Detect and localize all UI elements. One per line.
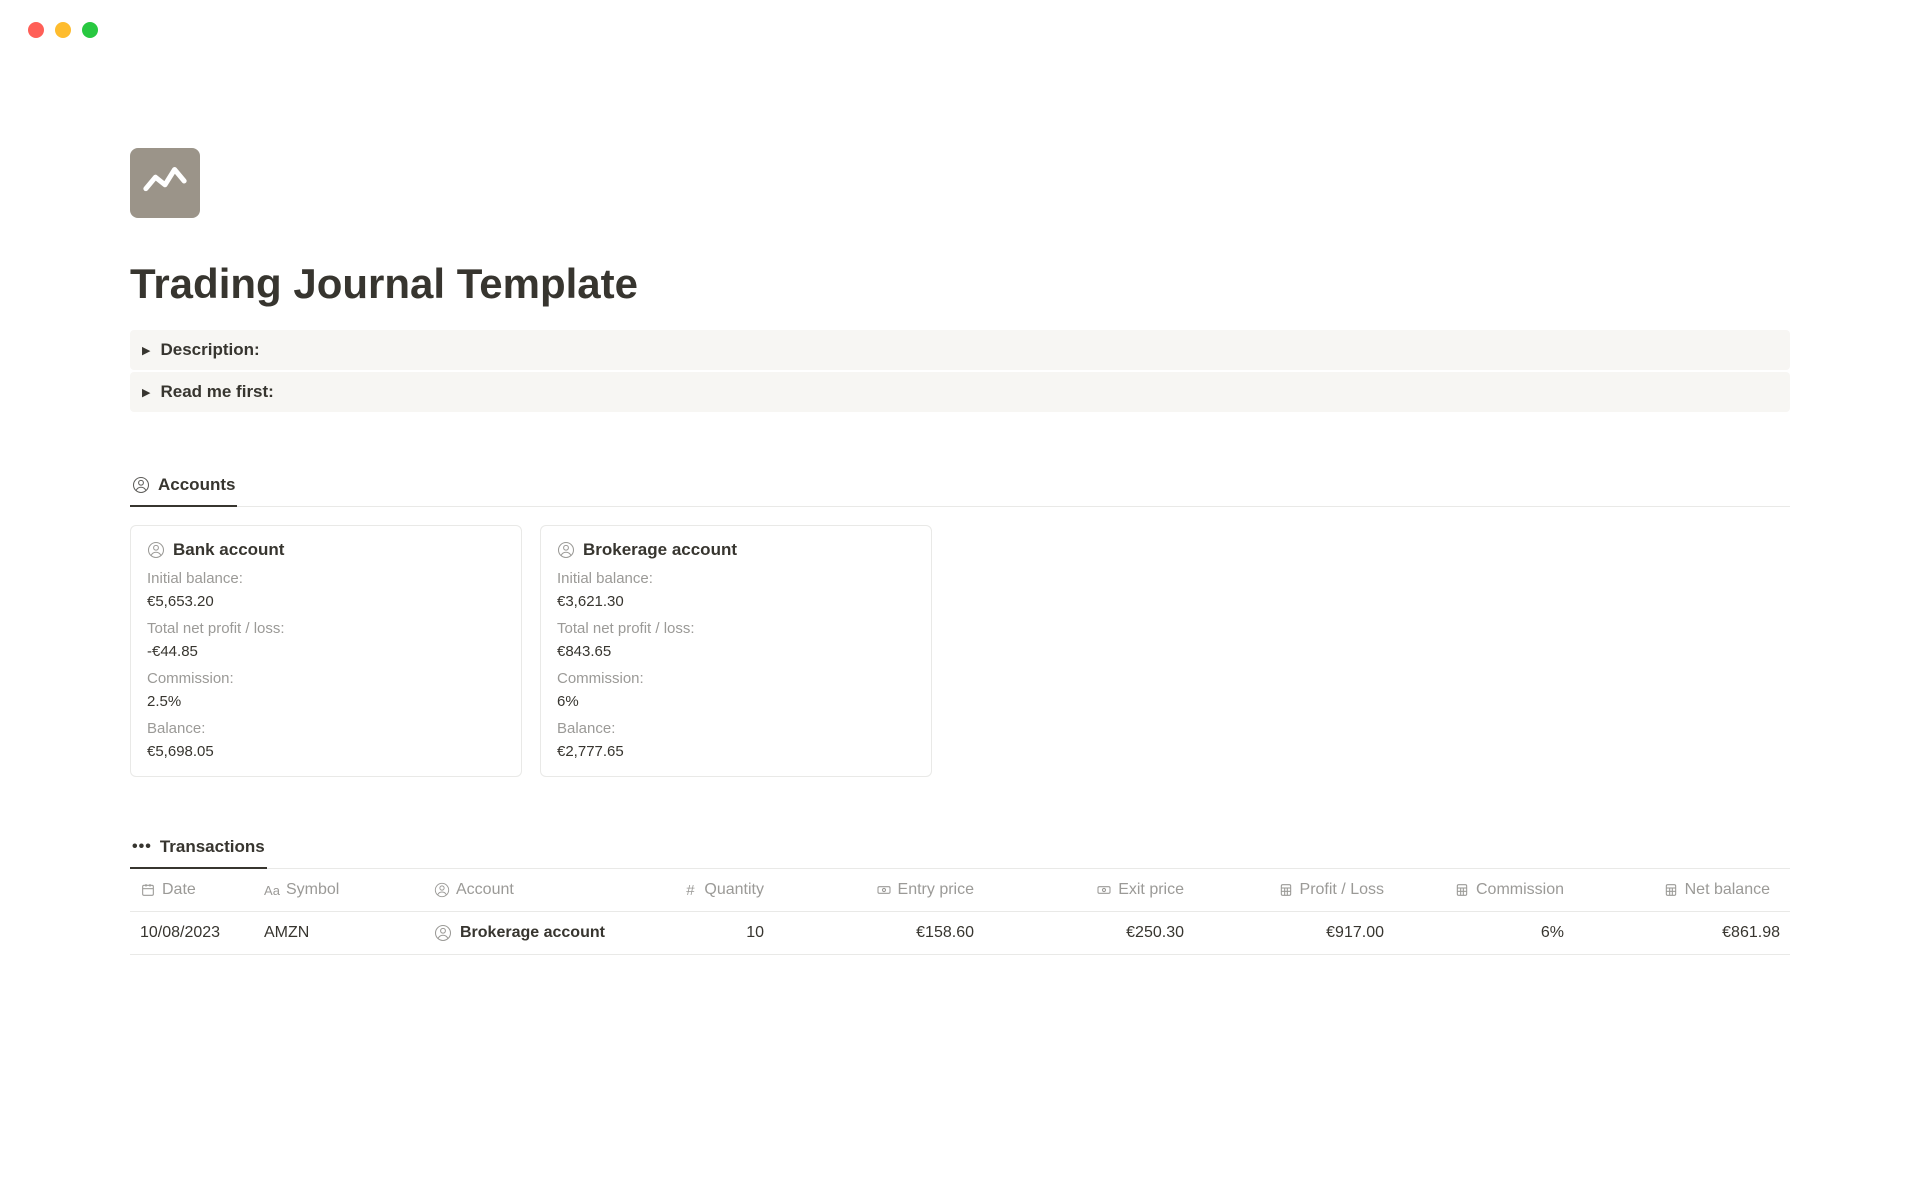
field-value: €843.65 (557, 643, 915, 660)
close-window-button[interactable] (28, 22, 44, 38)
field-value: €2,777.65 (557, 743, 915, 760)
th-label: Exit price (1118, 881, 1184, 899)
cell-symbol: AMZN (254, 912, 424, 954)
field-label: Balance: (557, 720, 915, 737)
cell-quantity: 10 (644, 912, 774, 954)
transactions-tabs: ••• Transactions (130, 829, 1790, 869)
user-circle-icon (434, 882, 450, 898)
chart-icon (142, 158, 188, 209)
column-header-quantity[interactable]: # Quantity (644, 869, 774, 911)
toggle-label: Read me first: (160, 382, 273, 402)
toggle-label: Description: (160, 340, 259, 360)
page-title: Trading Journal Template (130, 260, 1790, 308)
cell-exit-price: €250.30 (984, 912, 1194, 954)
column-header-commission[interactable]: Commission (1394, 869, 1574, 911)
currency-icon (1096, 882, 1112, 898)
cell-net-balance: €861.98 (1574, 912, 1790, 954)
tab-accounts[interactable]: Accounts (130, 467, 237, 507)
th-label: Profit / Loss (1300, 881, 1384, 899)
th-label: Quantity (704, 881, 764, 899)
window-controls (0, 0, 1920, 38)
column-header-exit-price[interactable]: Exit price (984, 869, 1194, 911)
column-header-symbol[interactable]: Aa Symbol (254, 869, 424, 911)
currency-icon (876, 882, 892, 898)
field-value: 2.5% (147, 693, 505, 710)
field-label: Total net profit / loss: (147, 620, 505, 637)
cell-account-name: Brokerage account (460, 924, 605, 942)
dots-icon: ••• (132, 838, 152, 856)
toggle-readme[interactable]: ▶ Read me first: (130, 372, 1790, 412)
field-value: €5,653.20 (147, 593, 505, 610)
field-label: Balance: (147, 720, 505, 737)
field-label: Initial balance: (557, 570, 915, 587)
field-label: Initial balance: (147, 570, 505, 587)
field-value: 6% (557, 693, 915, 710)
transactions-table: Date Aa Symbol Account # Quantity Entr (130, 869, 1790, 955)
user-circle-icon (434, 924, 452, 942)
field-label: Commission: (557, 670, 915, 687)
hash-icon: # (682, 882, 698, 898)
account-name: Bank account (173, 540, 284, 560)
column-header-net-balance[interactable]: Net balance (1574, 869, 1790, 911)
tab-label: Transactions (160, 837, 265, 857)
column-header-entry-price[interactable]: Entry price (774, 869, 984, 911)
cell-commission: 6% (1394, 912, 1574, 954)
maximize-window-button[interactable] (82, 22, 98, 38)
cell-account: Brokerage account (424, 912, 644, 954)
triangle-right-icon: ▶ (142, 386, 150, 399)
user-circle-icon (132, 476, 150, 494)
th-label: Symbol (286, 881, 339, 899)
table-row[interactable]: 10/08/2023 AMZN Brokerage account 10 €15… (130, 912, 1790, 955)
tab-transactions[interactable]: ••• Transactions (130, 829, 267, 869)
user-circle-icon (557, 541, 575, 559)
th-label: Entry price (898, 881, 974, 899)
cell-date: 10/08/2023 (130, 912, 254, 954)
field-value: €5,698.05 (147, 743, 505, 760)
th-label: Net balance (1685, 881, 1770, 899)
field-value: -€44.85 (147, 643, 505, 660)
text-icon: Aa (264, 882, 280, 898)
field-label: Commission: (147, 670, 505, 687)
page-content: Trading Journal Template ▶ Description: … (0, 38, 1920, 955)
account-card-brokerage[interactable]: Brokerage account Initial balance: €3,62… (540, 525, 932, 777)
formula-icon (1278, 882, 1294, 898)
field-label: Total net profit / loss: (557, 620, 915, 637)
cell-profit-loss: €917.00 (1194, 912, 1394, 954)
account-card-bank[interactable]: Bank account Initial balance: €5,653.20 … (130, 525, 522, 777)
card-title: Brokerage account (557, 540, 915, 560)
card-title: Bank account (147, 540, 505, 560)
minimize-window-button[interactable] (55, 22, 71, 38)
user-circle-icon (147, 541, 165, 559)
account-name: Brokerage account (583, 540, 737, 560)
tab-label: Accounts (158, 475, 235, 495)
column-header-profit-loss[interactable]: Profit / Loss (1194, 869, 1394, 911)
th-label: Commission (1476, 881, 1564, 899)
th-label: Date (162, 881, 196, 899)
th-label: Account (456, 881, 514, 899)
formula-icon (1454, 882, 1470, 898)
cell-entry-price: €158.60 (774, 912, 984, 954)
calendar-icon (140, 882, 156, 898)
accounts-cards: Bank account Initial balance: €5,653.20 … (130, 525, 1790, 777)
page-icon[interactable] (130, 148, 200, 218)
formula-icon (1663, 882, 1679, 898)
column-header-account[interactable]: Account (424, 869, 644, 911)
table-header: Date Aa Symbol Account # Quantity Entr (130, 869, 1790, 912)
accounts-tabs: Accounts (130, 467, 1790, 507)
triangle-right-icon: ▶ (142, 344, 150, 357)
column-header-date[interactable]: Date (130, 869, 254, 911)
toggle-description[interactable]: ▶ Description: (130, 330, 1790, 370)
field-value: €3,621.30 (557, 593, 915, 610)
